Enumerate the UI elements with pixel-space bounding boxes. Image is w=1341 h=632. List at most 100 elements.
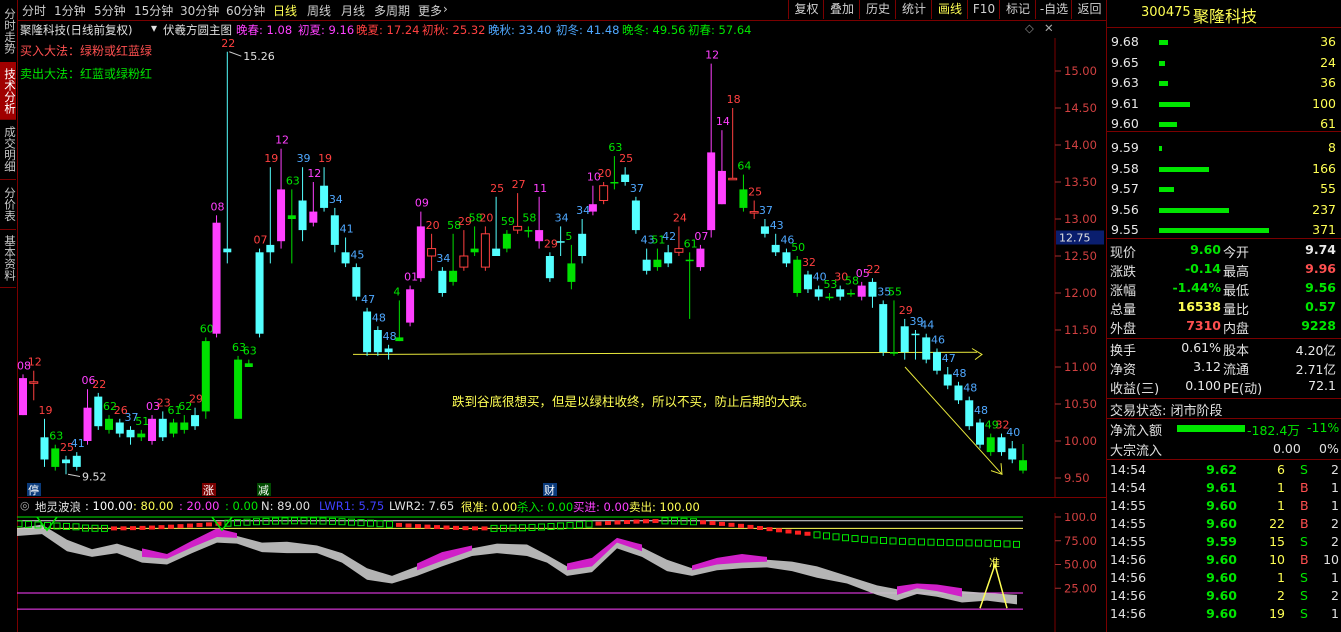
draw-line-button[interactable]: 画线 [931,0,968,19]
candle [803,270,812,293]
candle-label: 58 [522,211,536,224]
collapse-icon[interactable]: ▾ [151,21,157,35]
period-15min[interactable]: 15分钟 [134,2,173,19]
book-volume-bar [1159,146,1162,151]
candle-body [320,185,329,208]
candle-label: 32 [802,256,816,269]
signal-dot [652,519,659,524]
candle-body [40,437,49,460]
candle-label: 59 [501,215,515,228]
stat-label: 现价 [1110,246,1137,261]
signal-dot [206,522,212,527]
candle [105,415,114,434]
signal-dot [880,536,887,544]
more-arrow-icon[interactable]: › [443,2,448,16]
tab-technical-analysis[interactable]: 技术分析 [0,62,17,120]
stat-value: -0.14 [1184,261,1221,276]
candle-body [19,378,27,416]
wave-indicator-chart[interactable]: 100.0 75.00 50.00 25.00 准 [17,513,1106,632]
signal-dot [956,539,963,547]
signal-dot [120,526,127,531]
candle [1019,443,1027,474]
sub-param: : 20.00 [179,499,220,513]
candlestick-chart[interactable]: 15.00 14.50 14.00 13.50 13.00 12.50 12.00 11.50… [17,38,1106,498]
signal-dot [481,526,488,531]
candle-label: 22 [866,263,880,276]
period-intraday[interactable]: 分时 [22,2,46,19]
candle-body [266,244,275,253]
legend-item: 初夏: 9.16 [298,23,355,37]
candle [126,426,135,445]
period-weekly[interactable]: 周线 [307,2,331,19]
candle-label: 25 [619,152,633,165]
period-5min[interactable]: 5分钟 [94,2,126,19]
overlay-button[interactable]: 叠加 [823,0,860,19]
tab-price-table[interactable]: 分价表 [0,179,17,230]
signal-dot [728,522,735,527]
candle [352,263,361,301]
candle-body [416,226,425,279]
signal-dot [1013,540,1020,548]
candle-body [900,326,909,353]
indicator-name[interactable]: 伏羲方圆主图 [163,22,232,38]
period-multi[interactable]: 多周期 [374,2,410,19]
signal-dot [376,520,384,528]
signal-dot [424,524,431,529]
signal-dot [187,523,193,528]
stat-value: 3.12 [1193,359,1221,374]
signal-dot [946,539,954,547]
candle [309,182,318,227]
period-more[interactable]: 更多 [418,2,442,19]
stat-value: 72.1 [1308,378,1336,393]
candle-body [814,289,823,297]
candle-body [664,252,673,264]
tab-fundamentals[interactable]: 基本资料 [0,229,17,288]
indicator-settings-icon[interactable]: ◇ [1025,21,1034,35]
period-monthly[interactable]: 月线 [341,2,365,19]
tab-trade-details[interactable]: 成交明细 [0,119,17,180]
candle-body [707,152,716,231]
stat-label: 收益(三) [1110,382,1160,397]
stat-label: 量比 [1223,303,1250,318]
close-indicator-icon[interactable]: ✕ [1044,21,1054,35]
tick-volume: 1 [1277,498,1285,513]
f10-button[interactable]: F10 [967,0,1000,19]
adjust-button[interactable]: 复权 [788,0,824,19]
candle-body [470,248,479,253]
stat-value: 9228 [1301,318,1336,333]
mark-button[interactable]: 标记 [999,0,1036,19]
candle-body [427,248,437,257]
candle [760,219,769,238]
period-30min[interactable]: 30分钟 [180,2,219,19]
period-60min[interactable]: 60分钟 [226,2,265,19]
watchlist-button[interactable]: -自选 [1035,0,1072,19]
history-button[interactable]: 历史 [859,0,896,19]
signal-dot [719,521,725,526]
book-volume-bar [1159,81,1168,86]
tick-count: 2 [1331,534,1339,549]
candle-label: 63 [286,174,300,187]
signal-dot [766,527,773,532]
candle-label: 40 [1006,426,1020,439]
book-price: 9.58 [1111,160,1139,176]
collapse-sub-icon[interactable]: ◎ [20,499,30,512]
candle [244,359,253,367]
tick-price: 9.60 [1206,606,1237,621]
tick-volume: 1 [1277,570,1285,585]
candle [975,418,984,449]
tab-time-share[interactable]: 分时走势 [0,0,17,63]
block-inflow-pct: 0% [1319,441,1339,456]
tick-price: 9.60 [1206,588,1237,603]
signal-dot [253,518,260,526]
back-button[interactable]: 返回 [1071,0,1107,19]
period-1min[interactable]: 1分钟 [54,2,86,19]
candle-label: 20 [598,167,612,180]
statistics-button[interactable]: 统计 [895,0,932,19]
legend-item: 初秋: 25.32 [422,23,486,37]
tick-count: 1 [1331,606,1339,621]
period-daily[interactable]: 日线 [273,2,297,19]
book-volume: 166 [1312,160,1336,176]
candle [330,207,339,253]
signal-dot [804,531,811,536]
candle-label: 47 [361,293,375,306]
